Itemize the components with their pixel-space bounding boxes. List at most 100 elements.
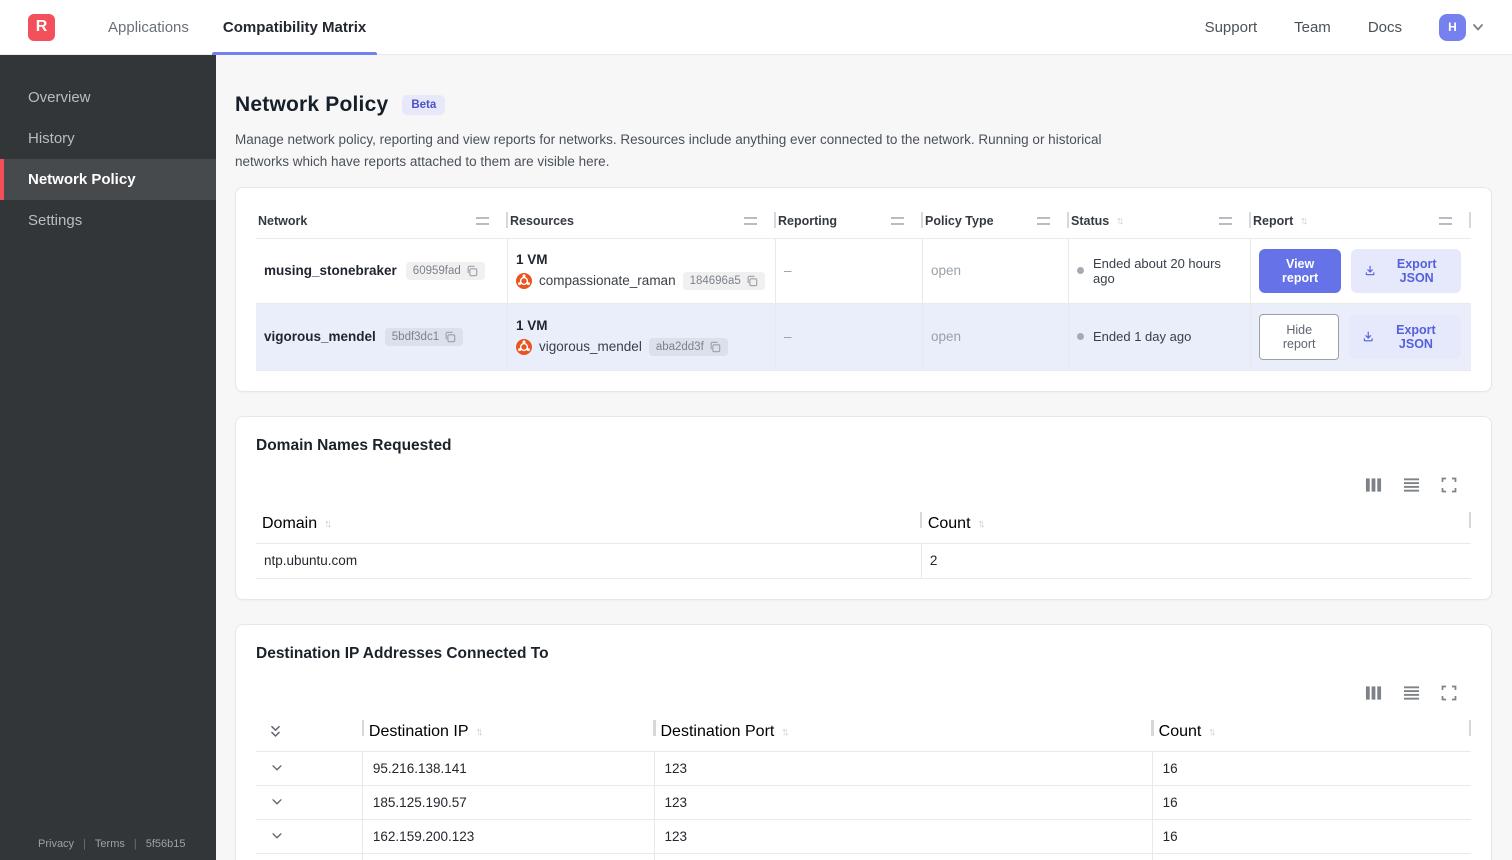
chevron-down-icon[interactable] [270, 761, 284, 775]
copy-icon[interactable] [746, 275, 758, 287]
table-row[interactable]: ntp.ubuntu.com 2 [256, 542, 1471, 579]
count-cell: 16 [1162, 794, 1178, 810]
avatar[interactable]: H [1439, 13, 1466, 41]
brand-logo[interactable]: R [28, 13, 55, 41]
column-header-network[interactable]: Network [256, 208, 508, 238]
sort-icon[interactable]: ↑↓ [324, 518, 332, 530]
columns-icon[interactable] [1365, 685, 1382, 701]
policy-type-cell: open [923, 238, 1069, 303]
column-label: Network [258, 213, 308, 228]
destination-ip-cell: 162.159.200.123 [363, 819, 655, 853]
card-title: Domain Names Requested [256, 436, 452, 454]
nav-link-docs[interactable]: Docs [1368, 19, 1402, 36]
row-expander[interactable] [256, 853, 363, 860]
copy-icon[interactable] [466, 265, 478, 277]
build-version: 5f56b15 [145, 838, 186, 850]
copy-icon[interactable] [709, 341, 721, 353]
destination-ip-cell: 185.125.190.58 [363, 853, 655, 860]
sidebar-footer: Privacy | Terms | 5f56b15 [38, 838, 186, 850]
sort-icon[interactable]: ↑↓ [1116, 215, 1124, 227]
nav-link-team[interactable]: Team [1294, 19, 1331, 36]
column-resize-handle-icon[interactable] [1439, 216, 1452, 225]
privacy-link[interactable]: Privacy [38, 838, 74, 850]
column-header-destination-port[interactable]: Destination Port ↑↓ [653, 717, 1153, 751]
report-cell: View report Export JSON [1251, 239, 1471, 303]
network-name: musing_stonebraker [264, 263, 397, 279]
resource-name[interactable]: compassionate_raman [539, 273, 676, 288]
column-header-policy-type[interactable]: Policy Type [923, 208, 1069, 238]
ubuntu-icon [516, 338, 532, 355]
resource-name[interactable]: vigorous_mendel [539, 339, 642, 354]
row-density-icon[interactable] [1403, 477, 1420, 493]
sort-icon[interactable]: ↑↓ [1208, 726, 1216, 738]
fullscreen-icon[interactable] [1441, 685, 1457, 701]
sidebar-item-settings[interactable]: Settings [0, 200, 216, 241]
row-expander[interactable] [256, 751, 363, 785]
column-label: Policy Type [925, 213, 994, 228]
table-row[interactable]: 95.216.138.141 123 16 [256, 750, 1471, 785]
column-header-report[interactable]: Report ↑↓ [1251, 208, 1471, 238]
view-report-button[interactable]: View report [1259, 248, 1342, 293]
column-header-count[interactable]: Count ↑↓ [1151, 717, 1472, 751]
expand-all-header[interactable] [256, 717, 363, 751]
user-menu[interactable]: H [1439, 13, 1486, 41]
hide-report-button[interactable]: Hide report [1259, 313, 1340, 360]
nav-link-support[interactable]: Support [1205, 19, 1258, 36]
sort-icon[interactable]: ↑↓ [978, 518, 986, 530]
column-header-status[interactable]: Status ↑↓ [1069, 208, 1251, 238]
table-row[interactable]: 185.125.190.57 123 16 [256, 784, 1471, 819]
column-resize-handle-icon[interactable] [1219, 216, 1232, 225]
resource-id-pill[interactable]: 184696a5 [682, 271, 765, 290]
copy-icon[interactable] [444, 331, 456, 343]
export-json-button[interactable]: Export JSON [1349, 314, 1461, 359]
table-row[interactable]: 162.159.200.123 123 16 [256, 818, 1471, 853]
column-resize-handle-icon[interactable] [744, 216, 757, 225]
count-cell: 16 [1162, 828, 1178, 844]
columns-icon[interactable] [1365, 477, 1382, 493]
sort-icon[interactable]: ↑↓ [1300, 215, 1308, 227]
export-json-button[interactable]: Export JSON [1351, 248, 1461, 293]
chevron-down-icon[interactable] [270, 829, 284, 843]
network-id-pill[interactable]: 5bdf3dc1 [384, 327, 464, 346]
tab-applications[interactable]: Applications [91, 0, 206, 55]
column-header-resources[interactable]: Resources [508, 208, 776, 238]
footer-divider: | [133, 838, 137, 850]
column-resize-handle-icon[interactable] [476, 216, 489, 225]
download-icon [1365, 265, 1375, 276]
column-resize-handle-icon[interactable] [891, 216, 904, 225]
resources-count: 1 VM [516, 317, 548, 333]
column-header-count[interactable]: Count ↑↓ [922, 509, 1472, 543]
export-json-label: Export JSON [1396, 322, 1436, 351]
row-expander[interactable] [256, 819, 363, 853]
page-title: Network Policy [235, 93, 389, 116]
sort-icon[interactable]: ↑↓ [781, 726, 789, 738]
sort-icon[interactable]: ↑↓ [476, 726, 484, 738]
network-id-pill[interactable]: 60959fad [405, 261, 485, 280]
table-row[interactable]: musing_stonebraker 60959fad 1 VM compass… [256, 237, 1471, 303]
terms-link[interactable]: Terms [95, 838, 125, 850]
sidebar-item-history[interactable]: History [0, 118, 216, 159]
table-toolbar [256, 685, 1457, 701]
column-resize-handle-icon[interactable] [1037, 216, 1050, 225]
resources-cell: 1 VM vigorous_mendel aba2dd3f [508, 303, 776, 370]
dest-ip-table-header: Destination IP ↑↓ Destination Port ↑↓ Co… [256, 717, 1472, 751]
fullscreen-icon[interactable] [1441, 477, 1457, 493]
row-expander[interactable] [256, 785, 363, 819]
tab-compatibility-matrix[interactable]: Compatibility Matrix [206, 0, 383, 55]
column-label: Status [1071, 213, 1110, 228]
status-text: Ended about 20 hours ago [1093, 255, 1221, 286]
column-label: Count [927, 514, 971, 532]
column-header-reporting[interactable]: Reporting [776, 208, 923, 238]
table-row[interactable]: 185.125.190.58 123 16 [256, 852, 1471, 860]
domain-cell: ntp.ubuntu.com [256, 543, 922, 578]
chevron-down-icon[interactable] [270, 795, 284, 809]
row-density-icon[interactable] [1403, 685, 1420, 701]
table-row[interactable]: vigorous_mendel 5bdf3dc1 1 VM vigorous_m… [256, 302, 1471, 371]
footer-divider: | [83, 838, 86, 850]
column-header-destination-ip[interactable]: Destination IP ↑↓ [361, 717, 655, 751]
double-chevron-down-icon[interactable] [268, 724, 283, 740]
column-header-domain[interactable]: Domain ↑↓ [256, 509, 922, 543]
sidebar-item-overview[interactable]: Overview [0, 77, 216, 118]
resource-id-pill[interactable]: aba2dd3f [648, 337, 728, 356]
sidebar-item-network-policy[interactable]: Network Policy [0, 159, 216, 200]
